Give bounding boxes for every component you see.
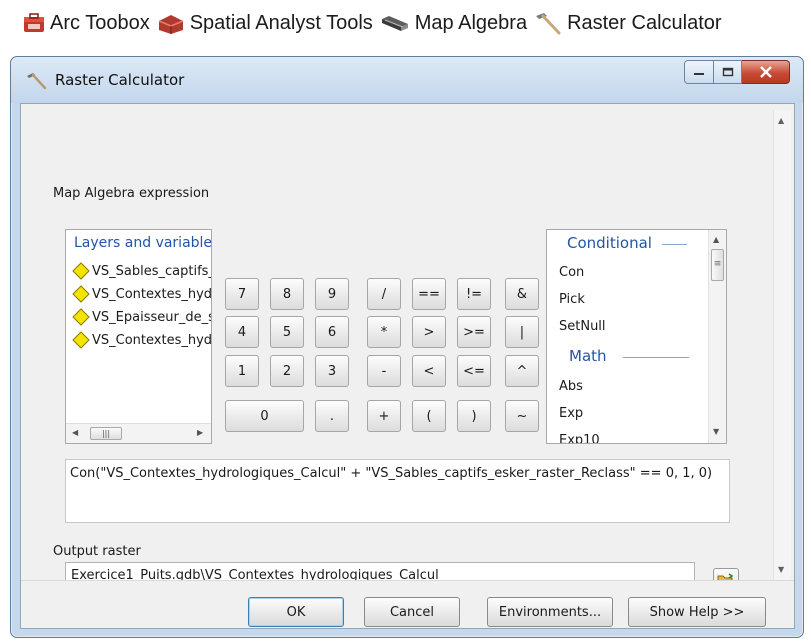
breadcrumb-item-spatial-analyst[interactable]: Spatial Analyst Tools [156,11,373,35]
panel-vertical-scrollbar[interactable]: ▲ ▼ [773,110,791,580]
raster-calculator-window: Raster Calculator Map Algebra expression… [10,56,804,638]
breadcrumb-label: Arc Toobox [50,11,150,34]
key-7[interactable]: 7 [225,278,259,310]
minimize-icon [694,73,704,75]
raster-layer-icon [72,331,90,349]
hammer-icon [536,13,561,35]
key-divide[interactable]: / [367,278,401,310]
key-5[interactable]: 5 [270,316,304,348]
key-multiply[interactable]: * [367,316,401,348]
show-help-button[interactable]: Show Help >> [628,597,766,627]
function-item-setnull[interactable]: SetNull [559,319,606,334]
key-not-equal[interactable]: != [457,278,491,310]
ok-button[interactable]: OK [248,597,344,627]
group-divider [662,244,687,245]
breadcrumb: Arc Toobox Spatial Analyst Tools Map Alg… [0,0,811,46]
toolset-icon [381,16,408,31]
scroll-up-icon[interactable]: ▲ [713,235,719,244]
close-icon [759,66,772,78]
layer-item[interactable]: VS_Contextes_hydrologiques_Reclass [72,329,212,351]
scrollbar-thumb[interactable]: ||| [90,427,122,440]
key-greater-than[interactable]: > [412,316,446,348]
raster-layer-icon [72,308,90,326]
expression-textbox[interactable]: Con("VS_Contextes_hydrologiques_Calcul" … [65,459,730,523]
function-group-header: Math [569,347,607,365]
breadcrumb-item-raster-calculator[interactable]: Raster Calculator [533,10,722,36]
toolbox-icon [24,13,44,32]
maximize-button[interactable] [714,60,742,84]
function-item-exp10[interactable]: Exp10 [559,433,600,443]
key-decimal[interactable]: . [315,400,349,432]
layers-header: Layers and variables [74,235,212,251]
function-group-header: Conditional [567,234,652,252]
spatial-analyst-toolbox-icon [158,15,183,34]
function-item-abs[interactable]: Abs [559,379,583,394]
key-less-than[interactable]: < [412,355,446,387]
group-divider [623,357,689,358]
key-less-equal[interactable]: <= [457,355,491,387]
key-greater-equal[interactable]: >= [457,316,491,348]
key-close-paren[interactable]: ) [457,400,491,432]
environments-button[interactable]: Environments... [487,597,613,627]
key-open-paren[interactable]: ( [412,400,446,432]
hammer-icon [27,73,47,90]
scrollbar-thumb[interactable]: ≡ [711,249,724,281]
expression-label: Map Algebra expression [53,186,210,201]
layers-horizontal-scrollbar[interactable]: ◀ ||| ▶ [66,423,211,443]
layer-label: VS_Contextes_hydrologiques_Reclass [92,332,212,348]
key-6[interactable]: 6 [315,316,349,348]
layer-label: VS_Sables_captifs_esker_raster_Reclass [92,263,212,279]
title-bar[interactable]: Raster Calculator [11,57,803,103]
function-item-exp[interactable]: Exp [559,406,583,421]
key-1[interactable]: 1 [225,355,259,387]
dialog-body: Map Algebra expression Layers and variab… [20,103,795,629]
key-xor[interactable]: ^ [505,355,539,387]
raster-layer-icon [72,285,90,303]
breadcrumb-label: Spatial Analyst Tools [189,11,373,34]
breadcrumb-label: Raster Calculator [567,11,722,34]
key-2[interactable]: 2 [270,355,304,387]
window-title: Raster Calculator [55,71,185,89]
parameters-panel: Map Algebra expression Layers and variab… [27,110,791,594]
key-0[interactable]: 0 [225,400,304,432]
cancel-button[interactable]: Cancel [364,597,460,627]
layer-label: VS_Contextes_hydrologiques_Calcul [92,286,212,302]
layer-label: VS_Epaisseur_de_sable [92,309,211,325]
key-8[interactable]: 8 [270,278,304,310]
minimize-button[interactable] [684,60,714,84]
breadcrumb-item-map-algebra[interactable]: Map Algebra [379,11,527,35]
scroll-down-icon[interactable]: ▼ [713,427,719,436]
tools-list[interactable]: Conditional Con Pick SetNull Math Abs Ex… [546,229,727,444]
key-3[interactable]: 3 [315,355,349,387]
key-not[interactable]: ~ [505,400,539,432]
scroll-down-icon[interactable]: ▼ [778,565,784,574]
key-equal[interactable]: == [412,278,446,310]
dialog-button-bar: OK Cancel Environments... Show Help >> [21,580,794,628]
scroll-up-icon[interactable]: ▲ [778,116,784,125]
scroll-left-icon[interactable]: ◀ [72,428,78,437]
breadcrumb-item-arc-toolbox[interactable]: Arc Toobox [22,11,150,35]
function-item-con[interactable]: Con [559,265,584,280]
function-item-pick[interactable]: Pick [559,292,585,307]
layers-list[interactable]: Layers and variables VS_Sables_captifs_e… [65,229,212,444]
layer-item[interactable]: VS_Contextes_hydrologiques_Calcul [72,283,212,305]
raster-layer-icon [72,262,90,280]
layer-item[interactable]: VS_Epaisseur_de_sable [72,306,211,328]
breadcrumb-label: Map Algebra [414,11,528,34]
scroll-right-icon[interactable]: ▶ [197,428,203,437]
window-controls [684,60,790,84]
key-and[interactable]: & [505,278,539,310]
tools-vertical-scrollbar[interactable]: ▲ ≡ ▼ [708,230,726,443]
layer-item[interactable]: VS_Sables_captifs_esker_raster_Reclass [72,260,212,282]
output-raster-label: Output raster [53,544,141,559]
key-minus[interactable]: - [367,355,401,387]
maximize-icon [722,67,733,77]
key-or[interactable]: | [505,316,539,348]
key-plus[interactable]: + [367,400,401,432]
close-button[interactable] [742,60,790,84]
key-9[interactable]: 9 [315,278,349,310]
key-4[interactable]: 4 [225,316,259,348]
